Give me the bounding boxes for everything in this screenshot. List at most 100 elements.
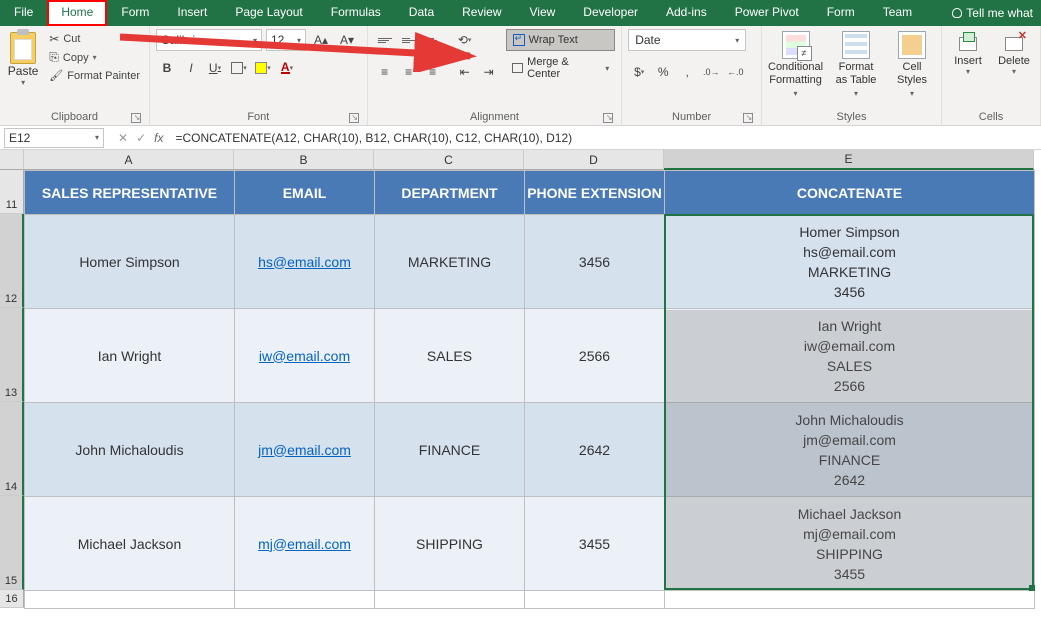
cell-styles-button[interactable]: Cell Styles▾: [889, 31, 935, 100]
tell-me-search[interactable]: Tell me what: [944, 0, 1041, 26]
cell-dept[interactable]: FINANCE: [375, 403, 525, 497]
cell[interactable]: [665, 591, 1035, 609]
cell-concat[interactable]: Michael Jackson mj@email.com SHIPPING 34…: [665, 497, 1035, 591]
decrease-indent-button[interactable]: ⇤: [454, 61, 476, 83]
header-concatenate[interactable]: CONCATENATE: [665, 171, 1035, 215]
tab-review[interactable]: Review: [448, 0, 515, 26]
cell-concat[interactable]: Ian Wright iw@email.com SALES 2566: [665, 309, 1035, 403]
row-header-12[interactable]: 12: [0, 214, 24, 308]
underline-button[interactable]: U▾: [204, 57, 226, 79]
select-all-corner[interactable]: [0, 150, 24, 170]
align-center-button[interactable]: ≡: [398, 61, 420, 83]
row-header-13[interactable]: 13: [0, 308, 24, 402]
header-sales-rep[interactable]: SALES REPRESENTATIVE: [25, 171, 235, 215]
cell-dept[interactable]: MARKETING: [375, 215, 525, 309]
tab-powerpivot[interactable]: Power Pivot: [721, 0, 813, 26]
tab-form2[interactable]: Form: [813, 0, 869, 26]
cell-rep[interactable]: Ian Wright: [25, 309, 235, 403]
borders-button[interactable]: ▾: [228, 57, 250, 79]
cell-dept[interactable]: SHIPPING: [375, 497, 525, 591]
format-painter-button[interactable]: Format Painter: [46, 68, 143, 83]
header-email[interactable]: EMAIL: [235, 171, 375, 215]
row-header-15[interactable]: 15: [0, 496, 24, 590]
paste-button[interactable]: Paste ▾: [6, 29, 40, 109]
align-middle-button[interactable]: [398, 29, 420, 51]
number-dialog-launcher[interactable]: [743, 113, 753, 123]
row-header-11[interactable]: 11: [0, 170, 24, 214]
name-box[interactable]: E12▾: [4, 128, 104, 148]
font-name-combo[interactable]: Calibri▾: [156, 29, 262, 51]
insert-cells-button[interactable]: Insert▾: [948, 31, 988, 76]
delete-cells-button[interactable]: Delete▾: [994, 31, 1034, 76]
tab-form[interactable]: Form: [107, 0, 163, 26]
cell[interactable]: [25, 591, 235, 609]
tab-data[interactable]: Data: [395, 0, 448, 26]
cell-ext[interactable]: 3456: [525, 215, 665, 309]
number-format-combo[interactable]: Date▾: [628, 29, 746, 51]
conditional-formatting-button[interactable]: Conditional Formatting▾: [768, 31, 823, 100]
format-as-table-button[interactable]: Format as Table▾: [833, 31, 879, 100]
tab-addins[interactable]: Add-ins: [652, 0, 721, 26]
tab-pagelayout[interactable]: Page Layout: [221, 0, 316, 26]
cut-button[interactable]: Cut: [46, 31, 143, 47]
font-color-button[interactable]: A▾: [276, 57, 298, 79]
cell-ext[interactable]: 2642: [525, 403, 665, 497]
col-header-e[interactable]: E: [664, 150, 1034, 170]
cell-ext[interactable]: 2566: [525, 309, 665, 403]
decrease-font-button[interactable]: A▾: [336, 29, 358, 51]
align-top-button[interactable]: [374, 29, 396, 51]
cell-concat[interactable]: Homer Simpson hs@email.com MARKETING 345…: [665, 215, 1035, 309]
enter-formula-button[interactable]: ✓: [136, 131, 146, 145]
cell[interactable]: [375, 591, 525, 609]
bold-button[interactable]: B: [156, 57, 178, 79]
decrease-decimal-button[interactable]: ←.0: [724, 61, 746, 83]
cell-ext[interactable]: 3455: [525, 497, 665, 591]
cancel-formula-button[interactable]: ✕: [118, 131, 128, 145]
clipboard-dialog-launcher[interactable]: [131, 113, 141, 123]
font-size-combo[interactable]: 12▾: [266, 29, 306, 51]
accounting-format-button[interactable]: $▾: [628, 61, 650, 83]
copy-button[interactable]: Copy▾: [46, 49, 143, 66]
align-right-button[interactable]: ≡: [422, 61, 444, 83]
email-link[interactable]: jm@email.com: [258, 442, 351, 458]
row-header-14[interactable]: 14: [0, 402, 24, 496]
cell-rep[interactable]: John Michaloudis: [25, 403, 235, 497]
cell-dept[interactable]: SALES: [375, 309, 525, 403]
increase-decimal-button[interactable]: .0→: [700, 61, 722, 83]
orientation-button[interactable]: ⟲▾: [454, 29, 476, 51]
cell-email[interactable]: jm@email.com: [235, 403, 375, 497]
col-header-a[interactable]: A: [24, 150, 234, 170]
header-phone-ext[interactable]: PHONE EXTENSION: [525, 171, 665, 215]
fx-button[interactable]: fx: [154, 131, 163, 145]
tab-team[interactable]: Team: [869, 0, 926, 26]
cell-concat[interactable]: John Michaloudis jm@email.com FINANCE 26…: [665, 403, 1035, 497]
row-header-16[interactable]: 16: [0, 590, 24, 608]
fill-color-button[interactable]: ▾: [252, 57, 274, 79]
cell[interactable]: [235, 591, 375, 609]
increase-indent-button[interactable]: ⇥: [478, 61, 500, 83]
cell-email[interactable]: hs@email.com: [235, 215, 375, 309]
cell-rep[interactable]: Michael Jackson: [25, 497, 235, 591]
cell-email[interactable]: mj@email.com: [235, 497, 375, 591]
align-bottom-button[interactable]: [422, 29, 444, 51]
formula-input[interactable]: =CONCATENATE(A12, CHAR(10), B12, CHAR(10…: [169, 131, 1041, 145]
email-link[interactable]: iw@email.com: [259, 348, 350, 364]
tab-file[interactable]: File: [0, 0, 47, 26]
tab-home[interactable]: Home: [47, 0, 107, 26]
header-department[interactable]: DEPARTMENT: [375, 171, 525, 215]
wrap-text-button[interactable]: Wrap Text: [506, 29, 616, 51]
font-dialog-launcher[interactable]: [349, 113, 359, 123]
email-link[interactable]: hs@email.com: [258, 254, 351, 270]
col-header-c[interactable]: C: [374, 150, 524, 170]
italic-button[interactable]: I: [180, 57, 202, 79]
comma-format-button[interactable]: ,: [676, 61, 698, 83]
tab-formulas[interactable]: Formulas: [317, 0, 395, 26]
cell[interactable]: [525, 591, 665, 609]
increase-font-button[interactable]: A▴: [310, 29, 332, 51]
cell-email[interactable]: iw@email.com: [235, 309, 375, 403]
email-link[interactable]: mj@email.com: [258, 536, 351, 552]
col-header-b[interactable]: B: [234, 150, 374, 170]
align-left-button[interactable]: ≡: [374, 61, 396, 83]
tab-developer[interactable]: Developer: [569, 0, 652, 26]
merge-center-button[interactable]: Merge & Center▾: [506, 57, 616, 79]
